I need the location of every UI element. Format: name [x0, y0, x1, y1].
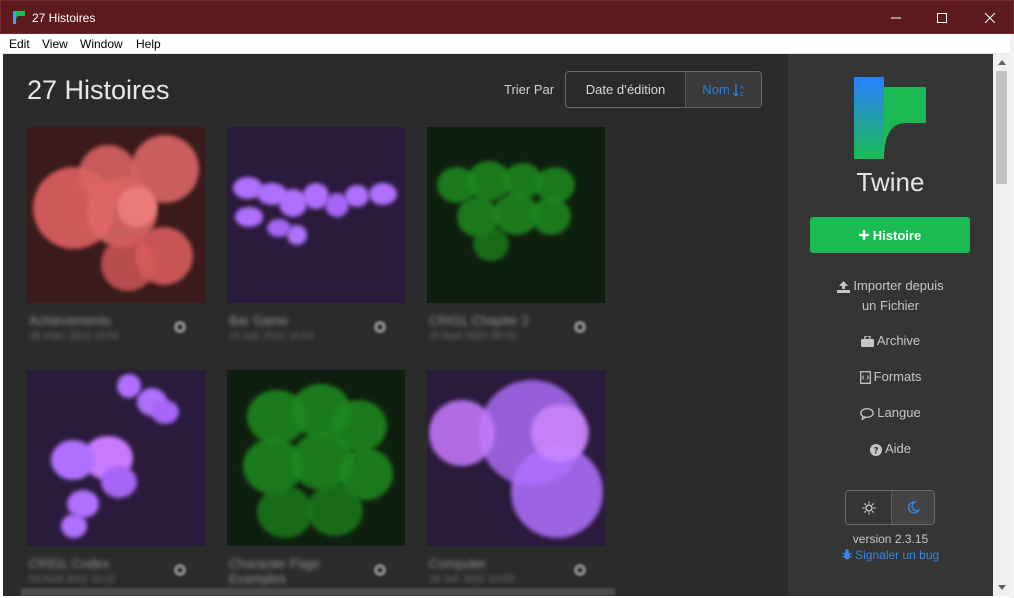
sort-button-group: Date d’édition Nom A Z	[565, 71, 762, 108]
story-preview[interactable]	[27, 370, 205, 546]
svg-text:?: ?	[873, 446, 878, 456]
menubar: Edit View Window Help	[0, 34, 1014, 54]
window-title: 27 Histoires	[32, 11, 96, 25]
sort-by-name-label: Nom	[702, 82, 730, 97]
moon-icon	[907, 501, 920, 514]
report-bug-label: Signaler un bug	[855, 548, 940, 562]
briefcase-icon	[860, 336, 874, 348]
help-link[interactable]: ? Aide	[788, 439, 993, 459]
story-card[interactable]: CRIGL Chapter 2 20 Août 2022 09:33	[427, 127, 605, 351]
import-label-line2: un Fichier	[861, 298, 920, 313]
new-story-label: Histoire	[872, 227, 922, 243]
twine-logo	[854, 77, 926, 159]
language-link[interactable]: Langue	[788, 403, 993, 423]
report-bug-link[interactable]: Signaler un bug	[788, 548, 993, 562]
story-name: CRIGL Chapter 2	[429, 313, 529, 328]
new-story-button[interactable]: Histoire	[810, 217, 970, 253]
sort-by-name-button[interactable]: Nom A Z	[685, 72, 761, 107]
formats-label: Formats	[873, 369, 922, 384]
help-label: Aide	[884, 441, 912, 456]
story-date: 18 Juil. 2022 14:09	[429, 574, 514, 585]
close-icon	[985, 13, 995, 23]
sort-alpha-icon: A Z	[732, 83, 744, 97]
story-card[interactable]: Computer 18 Juil. 2022 14:09	[427, 370, 605, 594]
window-border	[1010, 34, 1014, 598]
archive-link[interactable]: Archive	[788, 331, 993, 351]
dark-theme-button[interactable]	[891, 491, 934, 524]
story-date: 20 Août 2022 09:33	[429, 331, 516, 342]
story-card[interactable]: Bar Game 15 Juil. 2022 16:03	[227, 127, 405, 351]
gear-icon[interactable]	[571, 561, 589, 579]
arrow-up-icon	[997, 60, 1006, 65]
story-date: 28 Sept. 2022 19:56	[29, 331, 120, 342]
menu-edit[interactable]: Edit	[9, 37, 30, 51]
import-file-link[interactable]: Importer depuis un Fichier	[788, 276, 993, 316]
maximize-button[interactable]	[919, 1, 965, 35]
menu-window[interactable]: Window	[80, 37, 123, 51]
code-file-icon	[859, 371, 871, 385]
arrow-down-icon	[997, 585, 1006, 590]
close-button[interactable]	[967, 1, 1013, 35]
svg-text:A: A	[740, 85, 744, 91]
story-name: Bar Game	[229, 313, 289, 328]
gear-icon[interactable]	[171, 561, 189, 579]
bug-icon	[841, 549, 853, 560]
story-preview[interactable]	[427, 127, 605, 303]
archive-label: Archive	[876, 333, 921, 348]
story-card[interactable]: Achievements 28 Sept. 2022 19:56	[27, 127, 205, 351]
scroll-up-button[interactable]	[993, 54, 1010, 71]
brand-name: Twine	[856, 167, 925, 197]
light-theme-button[interactable]	[846, 491, 891, 524]
plus-icon	[858, 230, 869, 240]
story-date: 03 Août 2022 10:12	[29, 574, 116, 585]
story-name: Computer	[429, 556, 487, 571]
upload-icon	[837, 280, 851, 293]
story-card[interactable]: Character Page Examples	[227, 370, 405, 594]
scroll-down-button[interactable]	[993, 579, 1010, 596]
gear-icon[interactable]	[371, 318, 389, 336]
maximize-icon	[937, 13, 947, 23]
story-date: 15 Juil. 2022 16:03	[229, 331, 314, 342]
story-name: Character Page Examples	[229, 556, 321, 586]
scroll-thumb[interactable]	[996, 71, 1007, 184]
minimize-button[interactable]	[873, 1, 919, 35]
story-library: 27 Histoires Trier Par Date d’édition No…	[3, 54, 788, 596]
vertical-scrollbar[interactable]	[993, 54, 1010, 596]
sort-label: Trier Par	[504, 82, 555, 97]
import-label-line1: Importer depuis	[853, 278, 944, 293]
sort-by-date-button[interactable]: Date d’édition	[566, 72, 685, 107]
gear-icon[interactable]	[571, 318, 589, 336]
story-name: CRIGL Codex	[29, 556, 110, 571]
formats-link[interactable]: Formats	[788, 367, 993, 387]
sun-icon	[862, 501, 875, 514]
twine-app-icon	[13, 11, 25, 24]
minimize-icon	[891, 17, 901, 19]
story-name: Achievements	[29, 313, 111, 328]
story-preview[interactable]	[227, 127, 405, 303]
menu-view[interactable]: View	[42, 37, 68, 51]
theme-toggle	[845, 490, 935, 525]
version-text: version 2.3.15	[852, 532, 929, 546]
story-preview[interactable]	[427, 370, 605, 546]
sidebar: Twine Histoire Importer depuis un Fichie…	[788, 54, 993, 596]
story-preview[interactable]	[27, 127, 205, 303]
window-titlebar: 27 Histoires	[0, 0, 1014, 34]
next-row-preview	[21, 588, 615, 596]
page-title: 27 Histoires	[27, 75, 170, 105]
gear-icon[interactable]	[371, 561, 389, 579]
story-preview[interactable]	[227, 370, 405, 546]
story-card[interactable]: CRIGL Codex 03 Août 2022 10:12	[27, 370, 205, 594]
gear-icon[interactable]	[171, 318, 189, 336]
svg-text:Z: Z	[740, 92, 744, 97]
language-label: Langue	[877, 405, 921, 420]
menu-help[interactable]: Help	[136, 37, 161, 51]
speech-bubble-icon	[860, 407, 875, 420]
question-circle-icon: ?	[869, 443, 882, 456]
